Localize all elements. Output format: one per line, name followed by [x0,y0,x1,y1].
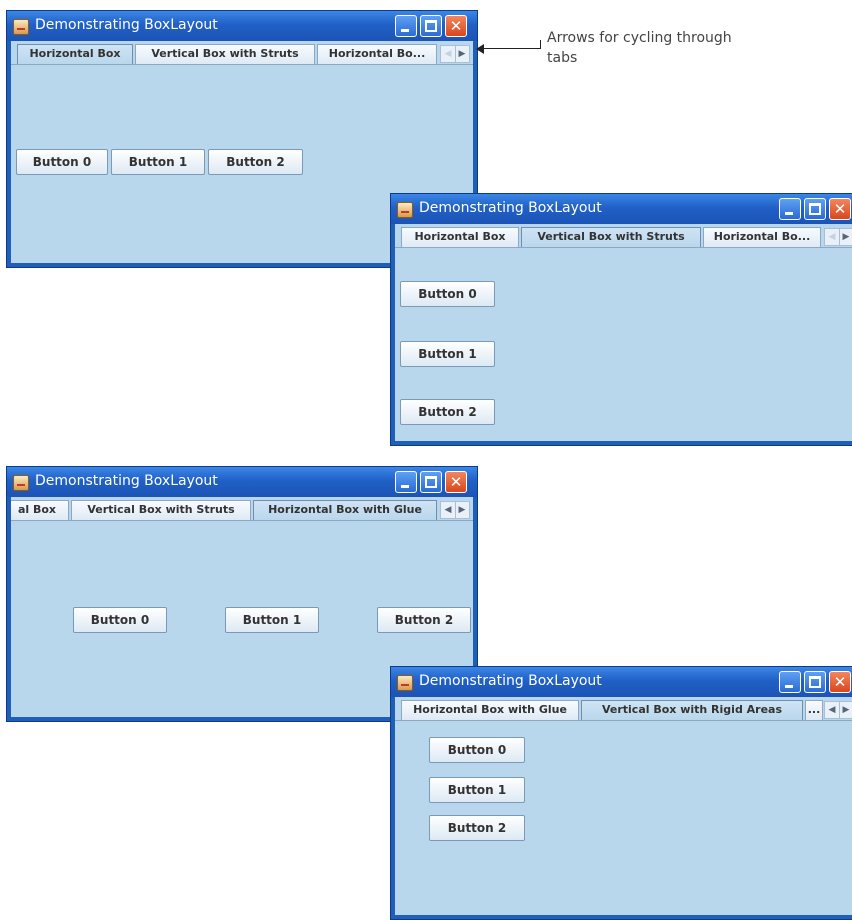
window-title: Demonstrating BoxLayout [35,473,218,489]
scroll-left-icon[interactable]: ◀ [441,502,456,518]
maximize-icon [809,203,821,215]
scroll-right-icon[interactable]: ▶ [839,229,852,245]
callout-leader-tick [540,40,541,49]
tab-strip-divider [395,247,852,248]
maximize-button[interactable] [804,198,826,220]
scroll-left-icon[interactable]: ◀ [825,229,840,245]
button-2[interactable]: Button 2 [429,815,525,841]
close-button[interactable]: ✕ [445,471,467,493]
button-0[interactable]: Button 0 [73,607,167,633]
button-1[interactable]: Button 1 [111,149,205,175]
close-button[interactable]: ✕ [829,671,851,693]
minimize-button[interactable] [779,671,801,693]
tab-scroll-arrows: ◀ ▶ [440,501,470,519]
minimize-button[interactable] [395,471,417,493]
close-icon: ✕ [833,673,847,691]
maximize-icon [425,476,437,488]
tab-scroll-arrows: ◀ ▶ [824,228,852,246]
close-icon: ✕ [449,17,463,35]
button-0[interactable]: Button 0 [400,281,495,307]
minimize-icon [785,685,793,688]
tab-strip-divider [11,64,473,65]
tab-vertical-box-with-struts[interactable]: Vertical Box with Struts [135,44,315,64]
maximize-button[interactable] [420,471,442,493]
close-button[interactable]: ✕ [445,15,467,37]
tab-more[interactable]: ... [805,700,823,720]
tab-horizontal-box-with-glue[interactable]: Horizontal Bo... [703,227,821,247]
minimize-icon [401,485,409,488]
button-1[interactable]: Button 1 [400,341,495,367]
title-bar[interactable]: Demonstrating BoxLayout ✕ [391,667,852,697]
tab-scroll-arrows: ◀ ▶ [824,701,852,719]
java-app-icon [13,19,29,35]
close-icon: ✕ [833,200,847,218]
close-icon: ✕ [449,473,463,491]
scroll-right-icon[interactable]: ▶ [839,702,852,718]
maximize-button[interactable] [420,15,442,37]
maximize-button[interactable] [804,671,826,693]
window-title: Demonstrating BoxLayout [35,17,218,33]
tab-horizontal-box[interactable]: al Box [11,500,69,520]
button-1[interactable]: Button 1 [429,777,525,803]
title-bar[interactable]: Demonstrating BoxLayout ✕ [7,467,477,497]
close-button[interactable]: ✕ [829,198,851,220]
boxlayout-window-2: Demonstrating BoxLayout ✕ Horizontal Box… [390,193,852,446]
tab-horizontal-box-with-glue[interactable]: Horizontal Box with Glue [253,500,437,520]
callout-leader-line [482,48,540,49]
tab-strip-divider [395,720,852,721]
title-bar[interactable]: Demonstrating BoxLayout ✕ [7,11,477,41]
tab-horizontal-box-with-glue[interactable]: Horizontal Bo... [317,44,437,64]
minimize-icon [401,29,409,32]
button-2[interactable]: Button 2 [377,607,471,633]
maximize-icon [425,20,437,32]
java-app-icon [13,475,29,491]
button-2[interactable]: Button 2 [208,149,303,175]
boxlayout-window-4: Demonstrating BoxLayout ✕ Horizontal Box… [390,666,852,920]
java-app-icon [397,675,413,691]
tab-horizontal-box-with-glue[interactable]: Horizontal Box with Glue [401,700,579,720]
minimize-button[interactable] [779,198,801,220]
minimize-button[interactable] [395,15,417,37]
callout-label: Arrows for cycling through tabs [547,30,732,66]
button-2[interactable]: Button 2 [400,399,495,425]
scroll-left-icon[interactable]: ◀ [825,702,840,718]
tab-vertical-box-with-rigid-areas[interactable]: Vertical Box with Rigid Areas [581,700,803,720]
button-0[interactable]: Button 0 [16,149,108,175]
maximize-icon [809,676,821,688]
tab-horizontal-box[interactable]: Horizontal Box [401,227,519,247]
tab-scroll-arrows: ◀ ▶ [440,45,470,63]
button-1[interactable]: Button 1 [225,607,319,633]
title-bar[interactable]: Demonstrating BoxLayout ✕ [391,194,852,224]
window-title: Demonstrating BoxLayout [419,200,602,216]
window-content: Horizontal Box Vertical Box with Struts … [395,224,852,441]
tab-vertical-box-with-struts[interactable]: Vertical Box with Struts [521,227,701,247]
window-title: Demonstrating BoxLayout [419,673,602,689]
minimize-icon [785,212,793,215]
callout-arrow-icon [476,44,484,54]
window-content: Horizontal Box with Glue Vertical Box wi… [395,697,852,915]
tab-vertical-box-with-struts[interactable]: Vertical Box with Struts [71,500,251,520]
scroll-right-icon[interactable]: ▶ [455,46,469,62]
scroll-left-icon[interactable]: ◀ [441,46,456,62]
button-0[interactable]: Button 0 [429,737,525,763]
tab-strip-divider [11,520,473,521]
tab-horizontal-box[interactable]: Horizontal Box [17,44,133,64]
scroll-right-icon[interactable]: ▶ [455,502,469,518]
java-app-icon [397,202,413,218]
